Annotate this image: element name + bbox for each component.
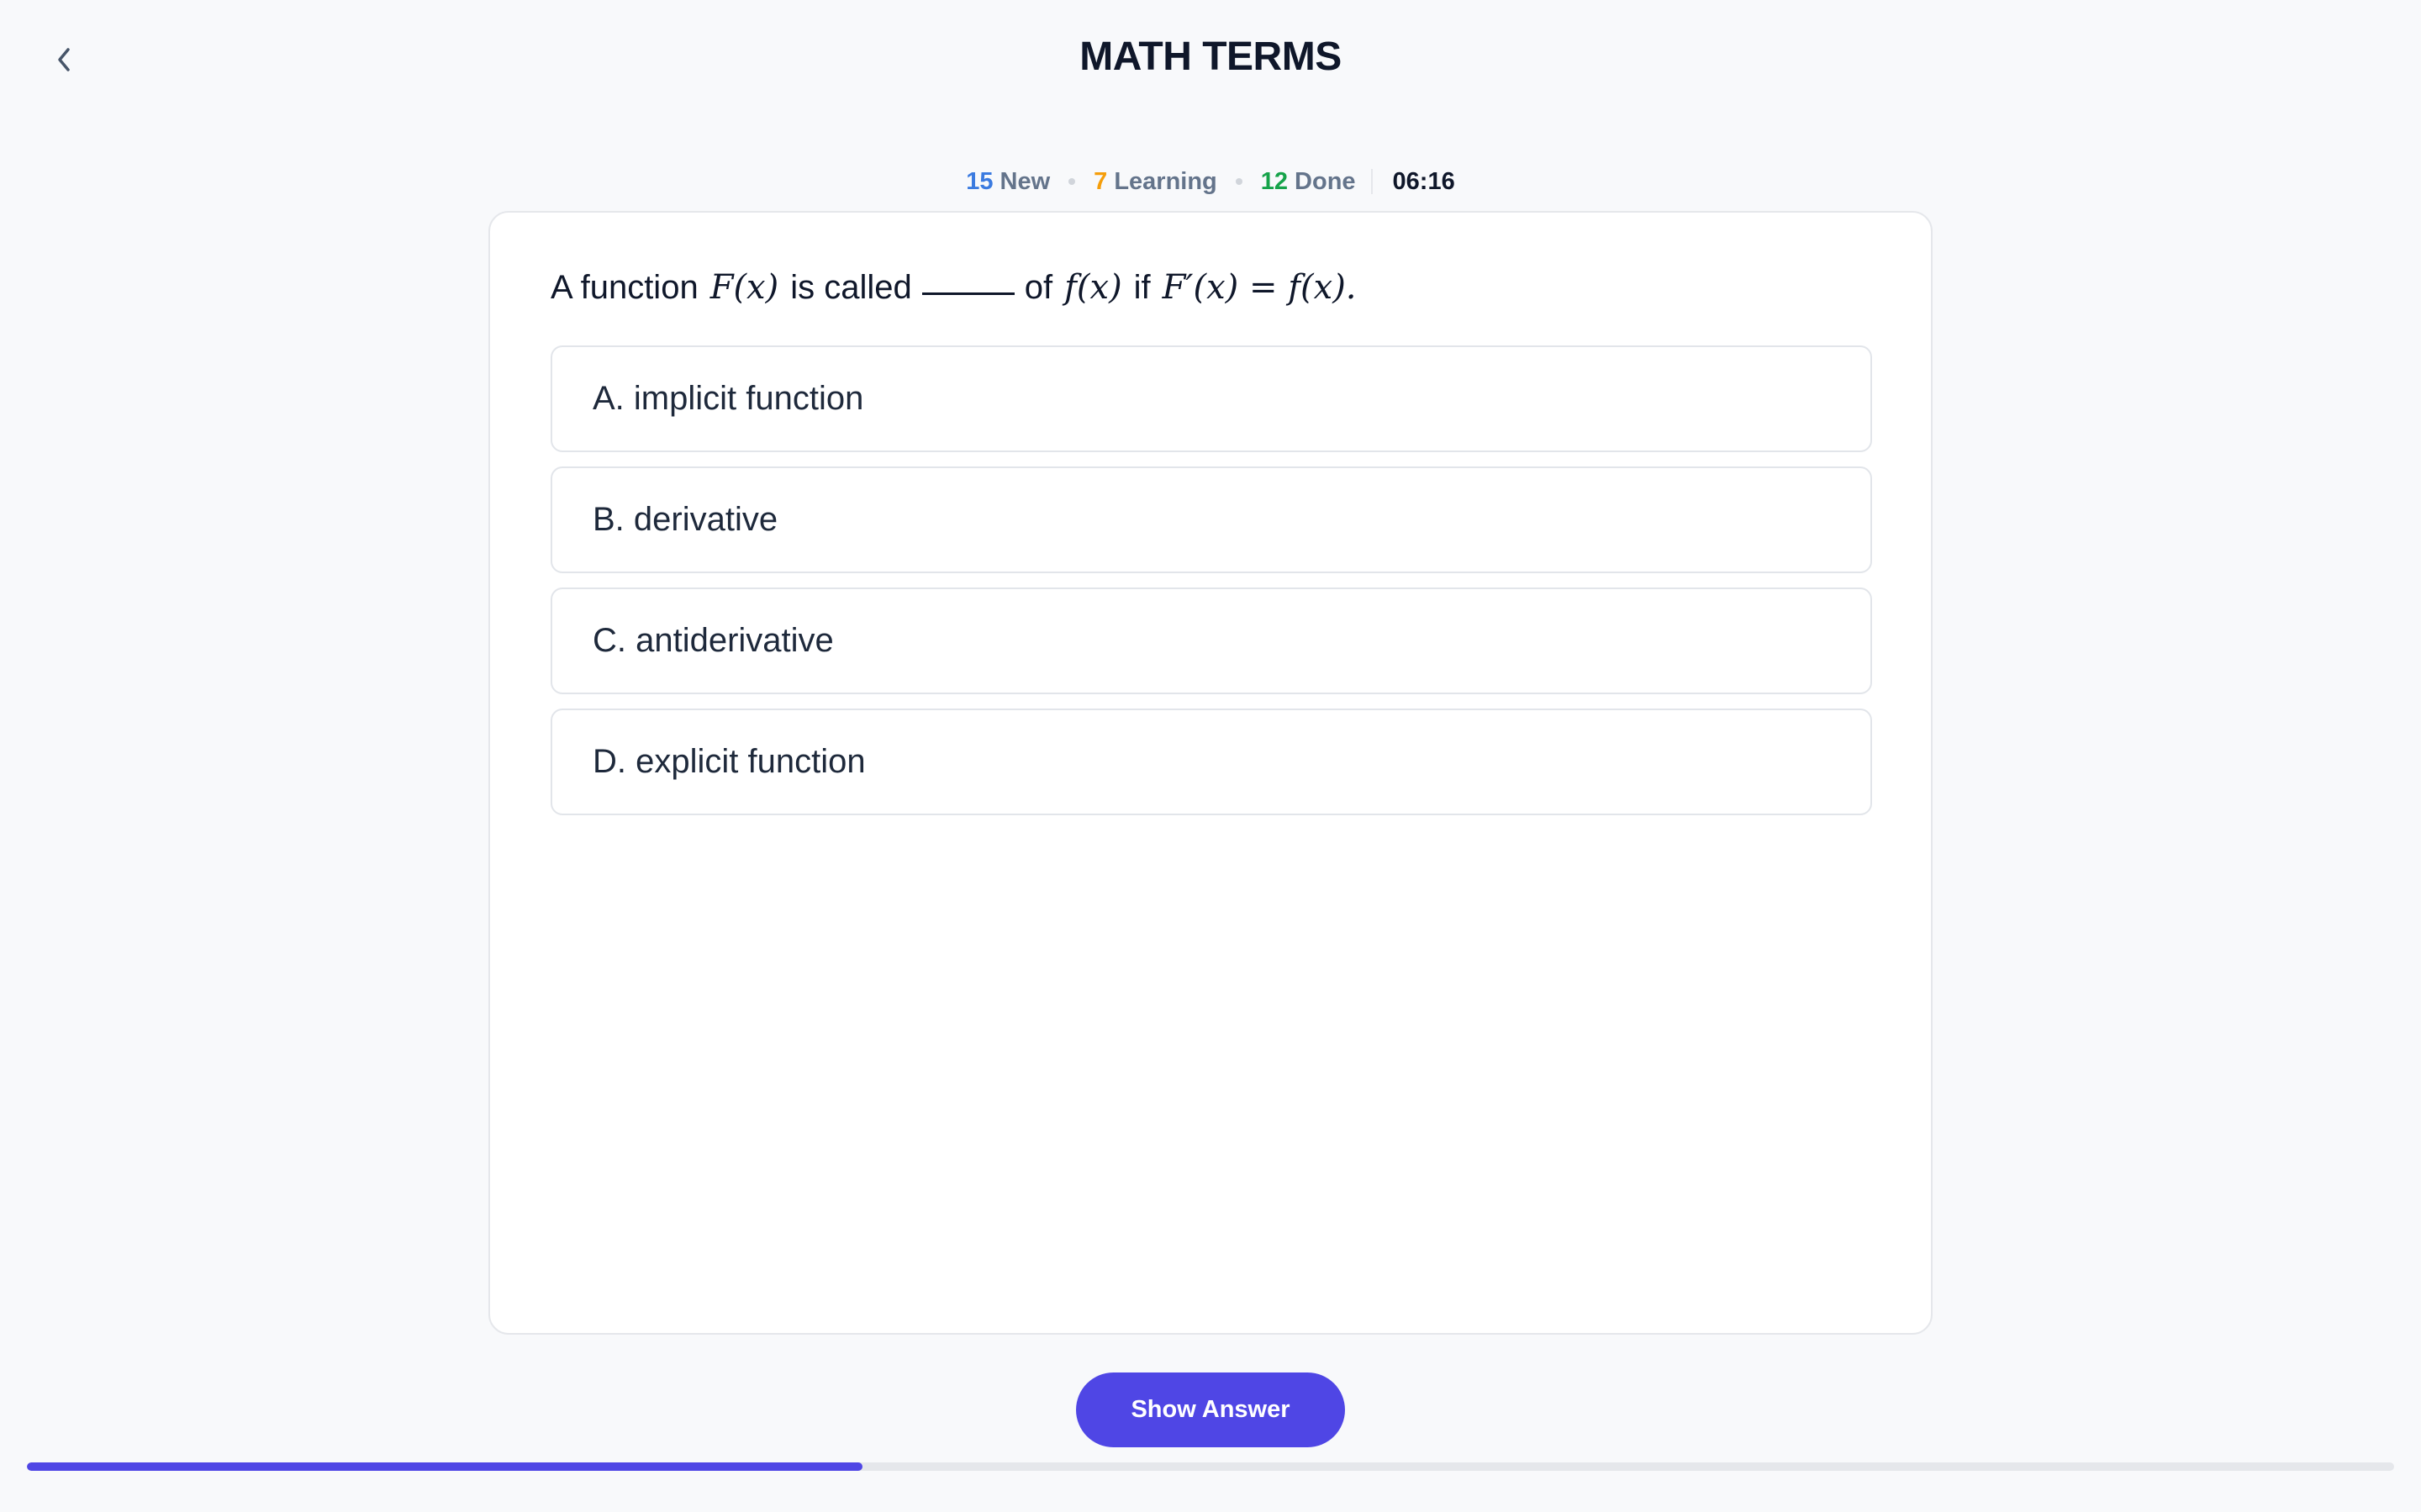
- timer: 06:16: [1392, 167, 1455, 195]
- done-count: 12: [1260, 167, 1289, 195]
- learning-label: Learning: [1114, 167, 1217, 195]
- progress-fill: [27, 1462, 863, 1471]
- option-c[interactable]: C. antiderivative: [551, 587, 1872, 694]
- done-label: Done: [1295, 167, 1356, 195]
- math-expression: F(x): [709, 268, 779, 307]
- study-stats: 15 New 7 Learning 12 Done 06:16: [0, 165, 2421, 198]
- separator-dot: [1235, 178, 1242, 185]
- new-count: 15: [966, 167, 994, 195]
- stat-learning: 7 Learning: [1094, 168, 1217, 196]
- stat-done: 12 Done: [1261, 168, 1356, 196]
- option-b[interactable]: B. derivative: [551, 466, 1872, 573]
- page-title: MATH TERMS: [1079, 34, 1342, 79]
- learning-count: 7: [1094, 167, 1108, 195]
- question-text: A function F(x) is called of f(x) if F′(…: [551, 268, 1369, 307]
- math-expression: f(x): [1064, 268, 1122, 307]
- question-part: if: [1133, 269, 1151, 306]
- question-part: A function: [551, 269, 699, 306]
- flashcard-page: MATH TERMS 15 New 7 Learning 12 Done 06:…: [0, 0, 2421, 1512]
- progress-bar: [27, 1462, 2394, 1471]
- answer-options: A. implicit function B. derivative C. an…: [551, 345, 1872, 830]
- option-a[interactable]: A. implicit function: [551, 345, 1872, 452]
- separator-dot: [1068, 178, 1076, 185]
- stat-new: 15 New: [966, 168, 1050, 196]
- show-answer-button[interactable]: Show Answer: [1076, 1372, 1345, 1447]
- answer-blank: [921, 292, 1015, 295]
- question-part: of: [1024, 269, 1053, 306]
- question-part: is called: [790, 269, 912, 306]
- option-d[interactable]: D. explicit function: [551, 709, 1872, 815]
- math-expression: F′(x) = f(x).: [1162, 268, 1357, 307]
- separator-line: [1370, 169, 1373, 194]
- new-label: New: [1000, 167, 1051, 195]
- question-card: A function F(x) is called of f(x) if F′(…: [488, 211, 1933, 1335]
